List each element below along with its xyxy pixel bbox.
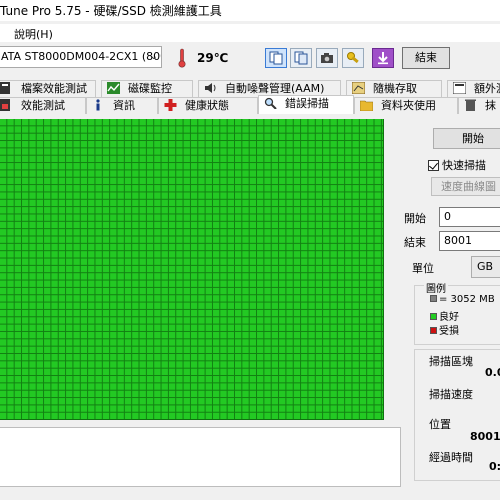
options-icon[interactable] (342, 48, 364, 68)
toolbar: ATA ST8000DM004-2CX1 (8001 ⌄ 29℃ 結束 (0, 43, 500, 75)
random-access-icon (352, 82, 365, 94)
gray-square-icon (430, 295, 437, 302)
legend-damaged: 受損 (430, 322, 459, 337)
tab-random-access[interactable]: 隨機存取 (346, 80, 442, 97)
tab-benchmark[interactable]: 效能測試 (0, 97, 86, 114)
info-icon (96, 99, 100, 111)
legend-good: 良好 (430, 308, 459, 323)
scanned-blocks-label: 掃描區塊 (429, 355, 473, 368)
end-input[interactable]: 8001 (439, 231, 500, 251)
start-field-label: 開始 (404, 212, 426, 225)
speed-graph-button[interactable]: 速度曲線圖 (431, 177, 500, 196)
folder-icon (360, 100, 373, 111)
tab-file-benchmark[interactable]: 檔案效能測試 (0, 80, 96, 97)
scan-block-grid (0, 119, 384, 420)
tab-disk-monitor[interactable]: 磁碟監控 (101, 80, 193, 97)
start-button[interactable]: 開始 (433, 128, 500, 149)
tab-label: 資訊 (113, 99, 135, 112)
legend-title: 圖例 (424, 280, 448, 295)
title-bar: Tune Pro 5.75 - 硬碟/SSD 檢測維護工具 (0, 0, 500, 21)
tab-label: 磁碟監控 (128, 82, 172, 95)
end-field-label: 結束 (404, 236, 426, 249)
drive-select[interactable]: ATA ST8000DM004-2CX1 (8001 ⌄ (0, 46, 162, 68)
legend-block-size: = 3052 MB (430, 294, 495, 305)
scan-stats-box: 掃描區塊 0.0 掃描速度 位置 8001 / 經過時間 0: (414, 349, 500, 481)
tab-label: 健康狀態 (185, 99, 229, 112)
thermometer-icon (178, 48, 186, 68)
speaker-icon (205, 83, 216, 93)
menu-help[interactable]: 說明(H) (14, 26, 53, 42)
copy-icon[interactable] (265, 48, 287, 68)
extra-tests-icon (453, 82, 466, 94)
benchmark-icon (0, 99, 10, 111)
unit-label: 單位 (412, 262, 434, 275)
window-title: Tune Pro 5.75 - 硬碟/SSD 檢測維護工具 (0, 4, 222, 18)
tab-label: 效能測試 (21, 99, 65, 112)
trash-icon (465, 99, 476, 111)
green-square-icon (430, 313, 437, 320)
drive-select-value: ATA ST8000DM004-2CX1 (8001 (1, 50, 162, 63)
elapsed-time-value: 0: (489, 460, 500, 473)
quick-scan-checkbox[interactable]: 快速掃描 (428, 157, 486, 173)
tab-health[interactable]: 健康狀態 (158, 97, 258, 114)
tab-label: 檔案效能測試 (21, 82, 87, 95)
unit-select[interactable]: GB (471, 256, 500, 278)
legend-box: 圖例 = 3052 MB 良好 受損 (414, 280, 500, 345)
disk-monitor-icon (107, 82, 120, 94)
chevron-down-icon: ⌄ (149, 51, 158, 62)
tab-label: 錯誤掃描 (285, 97, 329, 110)
health-cross-icon (164, 99, 177, 111)
tab-error-scan[interactable]: 錯誤掃描 (258, 95, 354, 114)
tab-row-bottom: 效能測試 資訊 健康狀態 錯誤掃描 資料夾使用 抹 (0, 95, 500, 114)
legend-damaged-text: 受損 (439, 326, 459, 337)
tab-row-top: 檔案效能測試 磁碟監控 自動噪聲管理(AAM) 隨機存取 額外測 (0, 80, 500, 97)
tab-label: 資料夾使用 (381, 99, 436, 112)
tab-erase[interactable]: 抹 (458, 97, 500, 114)
exit-button[interactable]: 結束 (402, 47, 450, 69)
position-label: 位置 (429, 418, 451, 431)
scan-speed-label: 掃描速度 (429, 388, 473, 401)
red-square-icon (430, 327, 437, 334)
tab-label: 自動噪聲管理(AAM) (225, 82, 325, 95)
tab-label: 額外測 (474, 82, 500, 95)
copy-all-icon[interactable] (290, 48, 312, 68)
download-icon[interactable] (372, 48, 394, 68)
tab-label: 抹 (485, 99, 496, 112)
checkbox-checked-icon[interactable] (428, 160, 439, 171)
quick-scan-label: 快速掃描 (442, 159, 486, 172)
magnifier-icon (264, 97, 277, 109)
legend-block-size-text: = 3052 MB (439, 294, 495, 305)
elapsed-time-label: 經過時間 (429, 451, 473, 464)
tab-folder-usage[interactable]: 資料夾使用 (354, 97, 458, 114)
tab-info[interactable]: 資訊 (86, 97, 158, 114)
tab-label: 隨機存取 (373, 82, 417, 95)
tab-extra-tests[interactable]: 額外測 (447, 80, 500, 97)
temperature-readout: 29℃ (197, 51, 229, 65)
camera-icon[interactable] (316, 48, 338, 68)
position-value: 8001 / (470, 430, 500, 443)
menu-bar: 說明(H) (0, 24, 500, 42)
file-benchmark-icon (0, 82, 10, 94)
start-input[interactable]: 0 (439, 207, 500, 227)
scan-log-area[interactable] (0, 427, 401, 487)
scanned-blocks-value: 0.0 (485, 366, 500, 379)
